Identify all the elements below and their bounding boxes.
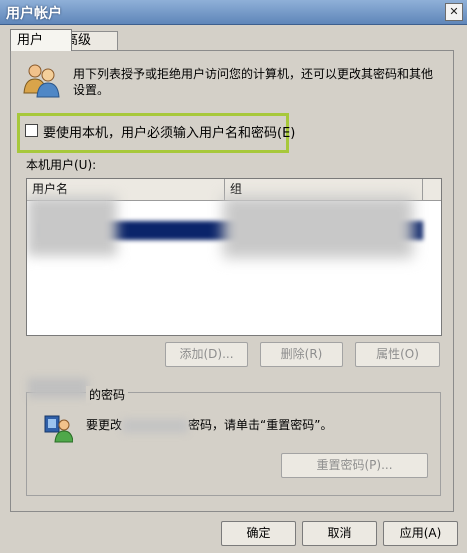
reset-password-label: 重置密码(P)... — [316, 458, 393, 472]
properties-label: 属性(O) — [376, 347, 419, 361]
remove-user-label: 删除(R) — [280, 347, 323, 361]
tab-users-label: 用户 — [17, 33, 44, 48]
remove-user-button[interactable]: 删除(R) — [260, 342, 343, 367]
close-button[interactable]: ✕ — [445, 3, 463, 21]
apply-label: 应用(A) — [399, 526, 442, 540]
obscured-username-inline — [122, 418, 189, 433]
password-text-prefix: 要更改 — [86, 418, 123, 432]
password-user-icon — [44, 415, 73, 443]
close-icon: ✕ — [449, 5, 459, 18]
apply-button[interactable]: 应用(A) — [383, 521, 458, 546]
password-text-suffix: 密码，请单击“重置密码”。 — [188, 418, 333, 432]
window-title: 用户帐户 — [6, 6, 62, 22]
password-group-title: 的密码 — [86, 386, 129, 403]
ok-button[interactable]: 确定 — [221, 521, 296, 546]
intro-text: 用下列表授予或拒绝用户访问您的计算机，还可以更改其密码和其他设置。 — [73, 67, 434, 97]
users-listview[interactable]: 用户名 组 — [26, 178, 442, 336]
column-group-label: 组 — [230, 182, 243, 196]
cancel-label: 取消 — [327, 526, 352, 540]
add-user-button[interactable]: 添加(D)... — [165, 342, 248, 367]
reset-password-button[interactable]: 重置密码(P)... — [281, 453, 428, 478]
password-group — [26, 392, 441, 496]
tab-users[interactable]: 用户 — [10, 29, 72, 51]
local-users-label: 本机用户(U): — [26, 158, 97, 172]
obscured-username — [27, 196, 117, 256]
obscured-group — [223, 196, 413, 258]
users-icon — [23, 64, 60, 98]
properties-button[interactable]: 属性(O) — [355, 342, 440, 367]
cancel-button[interactable]: 取消 — [302, 521, 377, 546]
ok-label: 确定 — [246, 526, 271, 540]
add-user-label: 添加(D)... — [179, 347, 234, 361]
user-accounts-dialog: 用户帐户 ✕ 用户 高级 用下列表授予或拒绝用户访问您的计算机，还可以更改其密码… — [0, 0, 467, 553]
must-logon-checkbox[interactable] — [25, 124, 38, 137]
title-bar[interactable]: 用户帐户 ✕ — [0, 0, 467, 25]
obscured-group-title — [28, 378, 88, 398]
column-username-label: 用户名 — [32, 182, 69, 196]
selected-user-row[interactable] — [27, 196, 441, 258]
password-group-text: 要更改 密码，请单击“重置密码”。 — [86, 416, 332, 433]
must-logon-label[interactable]: 要使用本机，用户必须输入用户名和密码(E) — [43, 122, 295, 141]
